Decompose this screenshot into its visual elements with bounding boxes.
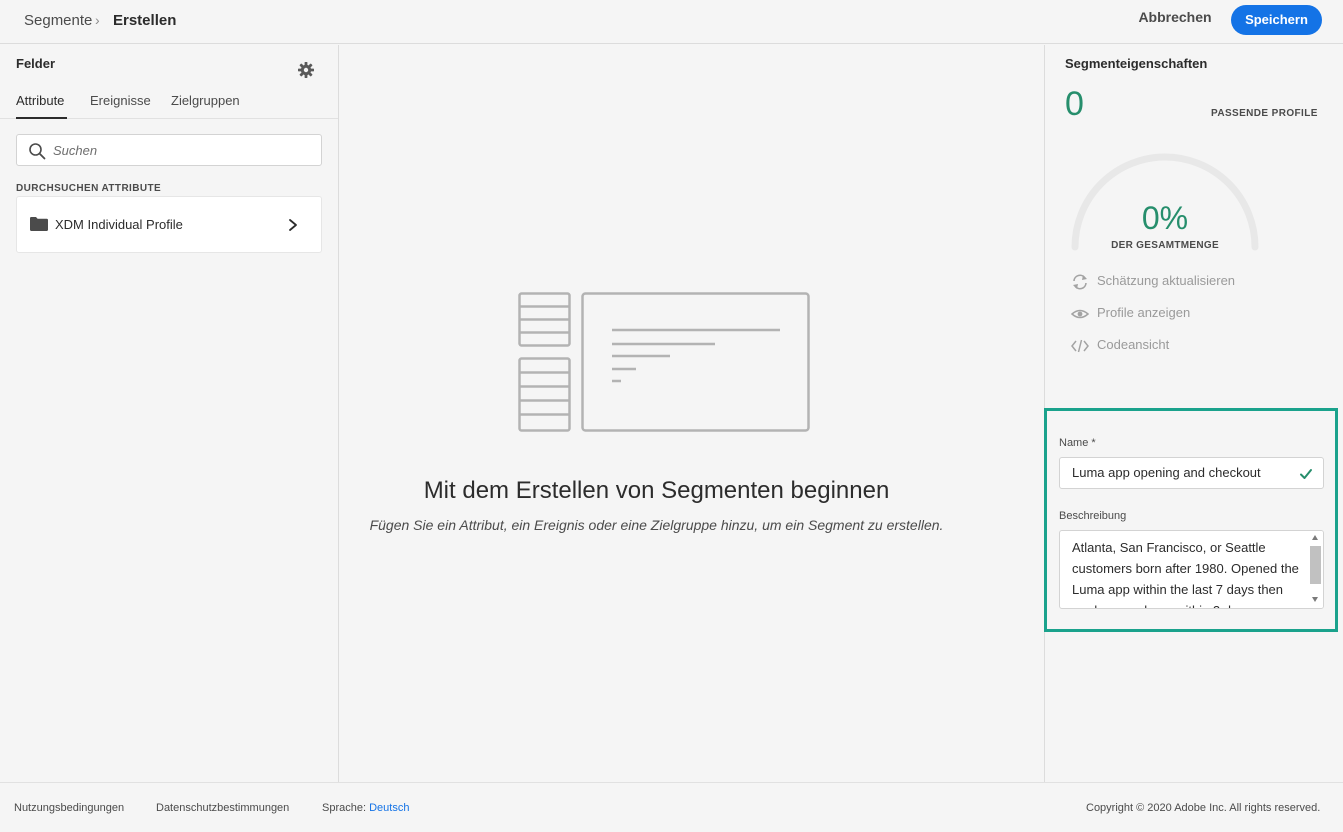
segment-name-description-form: Name * Luma app opening and checkout Bes… [1044,408,1338,632]
name-field-label: Name * [1059,437,1096,449]
checkmark-icon [1300,469,1312,479]
search-icon [29,143,46,160]
refresh-estimate-label: Schätzung aktualisieren [1097,273,1236,288]
segment-description-value[interactable]: Atlanta, San Francisco, or Seattle custo… [1072,537,1308,608]
scroll-thumb[interactable] [1310,546,1321,584]
description-field-label: Beschreibung [1059,510,1127,522]
segment-name-field[interactable]: Luma app opening and checkout [1059,457,1324,489]
code-view-label: Codeansicht [1097,337,1170,352]
percent-of-total: 0% [1141,200,1189,236]
properties-title: Segmenteigenschaften [1065,56,1208,71]
top-bar: Segmente › Erstellen Abbrechen Speichern [0,0,1343,44]
privacy-link[interactable]: Datenschutzbestimmungen [156,802,289,814]
search-field[interactable] [16,134,322,166]
save-button[interactable]: Speichern [1231,5,1322,35]
fields-panel-title: Felder [16,56,56,71]
footer: Nutzungsbedingungen Datenschutzbestimmun… [0,782,1343,832]
tab-ereignisse[interactable]: Ereignisse [90,93,151,108]
browse-attributes-label: DURCHSUCHEN ATTRIBUTE [16,183,162,194]
empty-state-illustration [518,292,810,432]
tab-attribute[interactable]: Attribute [16,93,64,108]
code-icon [1071,339,1089,353]
empty-state-subtitle: Fügen Sie ein Attribut, ein Ereignis ode… [369,517,944,533]
list-item-label: XDM Individual Profile [55,217,183,232]
eye-icon [1071,309,1089,319]
percent-of-total-label: DER GESAMTMENGE [1111,240,1219,251]
terms-link[interactable]: Nutzungsbedingungen [14,802,124,814]
tab-zielgruppen[interactable]: Zielgruppen [171,93,240,108]
breadcrumb-segmente[interactable]: Segmente [24,12,92,29]
breadcrumb-current: Erstellen [113,12,177,29]
segment-description-field[interactable]: Atlanta, San Francisco, or Seattle custo… [1059,530,1324,609]
language-label: Sprache: [322,802,367,814]
segment-name-value[interactable]: Luma app opening and checkout [1072,465,1261,480]
fields-panel: Felder Attribute Ereignisse Zielgruppen … [0,45,339,782]
description-scrollbar[interactable] [1308,531,1323,608]
active-tab-indicator [16,117,67,119]
breadcrumb-separator-icon: › [95,12,100,28]
scroll-down-arrow-icon[interactable] [1312,597,1318,602]
view-profiles-label: Profile anzeigen [1097,305,1191,320]
list-item-xdm-individual-profile[interactable]: XDM Individual Profile [16,196,322,253]
chevron-right-icon [289,219,297,231]
matching-profiles-label: PASSENDE PROFILE [1211,108,1318,119]
language-selector: Sprache: Deutsch [322,802,409,814]
search-input[interactable] [53,140,313,160]
cancel-button[interactable]: Abbrechen [1134,9,1216,31]
empty-state-title: Mit dem Erstellen von Segmenten beginnen [423,477,890,504]
folder-icon [30,217,48,231]
copyright-text: Copyright © 2020 Adobe Inc. All rights r… [1086,802,1321,814]
scroll-up-arrow-icon[interactable] [1312,535,1318,540]
refresh-icon [1073,274,1087,290]
language-link[interactable]: Deutsch [369,802,409,814]
matching-profiles-count: 0 [1065,85,1084,123]
segment-canvas[interactable]: Mit dem Erstellen von Segmenten beginnen… [340,45,1043,782]
gear-icon[interactable] [297,61,315,79]
